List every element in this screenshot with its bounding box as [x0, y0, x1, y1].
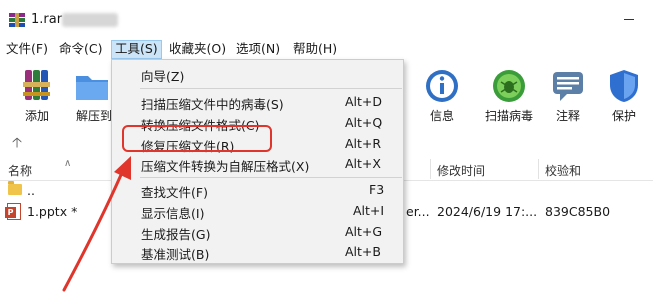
- menu-item-shortcut: Alt+X: [345, 156, 381, 171]
- menu-item-shortcut: Alt+B: [345, 244, 381, 259]
- menu-item-scan-virus[interactable]: 扫描压缩文件中的病毒(S) Alt+D: [113, 91, 403, 113]
- column-divider[interactable]: [430, 159, 431, 179]
- shield-icon: [610, 70, 638, 102]
- menu-item-shortcut: Alt+G: [345, 224, 383, 239]
- add-label: 添加: [24, 109, 49, 123]
- protect-label: 保护: [611, 109, 636, 123]
- menu-item-convert-sfx[interactable]: 压缩文件转换为自解压格式(X) Alt+X: [113, 153, 403, 175]
- menu-item-label: 基准测试(B): [141, 247, 210, 262]
- file-checksum: 839C85B0: [545, 204, 611, 219]
- file-type: er...: [406, 204, 430, 219]
- menu-item-benchmark[interactable]: 基准测试(B) Alt+B: [113, 241, 403, 263]
- protect-button[interactable]: 保护: [600, 64, 648, 126]
- scan-virus-label: 扫描病毒: [484, 109, 533, 123]
- menu-help[interactable]: 帮助(H): [290, 40, 340, 59]
- column-header-modified[interactable]: 修改时间: [437, 162, 485, 179]
- archive-books-icon: [23, 70, 50, 100]
- menu-item-label: 压缩文件转换为自解压格式(X): [141, 159, 310, 174]
- menu-item-shortcut: Alt+Q: [345, 115, 383, 130]
- virus-scan-icon: [493, 70, 525, 102]
- menu-commands[interactable]: 命令(C): [56, 40, 105, 59]
- menu-item-find-files[interactable]: 查找文件(F) F3: [113, 179, 403, 201]
- winrar-app-icon: [9, 13, 25, 27]
- sort-up-icon: ∧: [64, 158, 72, 169]
- menu-item-show-info[interactable]: 显示信息(I) Alt+I: [113, 200, 403, 222]
- file-name: ..: [27, 183, 35, 198]
- menu-options[interactable]: 选项(N): [233, 40, 283, 59]
- info-label: 信息: [429, 109, 454, 123]
- column-header-checksum[interactable]: 校验和: [545, 162, 581, 179]
- menu-divider: [140, 88, 402, 89]
- title-bar: 1.rar: [0, 0, 653, 38]
- pptx-file-icon: [5, 203, 21, 220]
- file-modified: 2024/6/19 17:...: [437, 204, 538, 219]
- menu-item-label: 扫描压缩文件中的病毒(S): [141, 97, 284, 112]
- extract-to-button[interactable]: 解压到: [72, 64, 112, 126]
- menu-item-shortcut: Alt+R: [345, 136, 382, 151]
- info-button[interactable]: 信息: [418, 64, 466, 126]
- folder-extract-icon: [76, 76, 108, 100]
- comment-button[interactable]: 注释: [546, 64, 590, 126]
- file-name: 1.pptx *: [27, 204, 78, 219]
- menu-favorites[interactable]: 收藏夹(O): [166, 40, 229, 59]
- blurred-title-region: [62, 13, 118, 27]
- column-header-name[interactable]: 名称: [8, 162, 32, 179]
- comment-label: 注释: [555, 109, 580, 123]
- menu-item-shortcut: Alt+I: [353, 203, 385, 218]
- highlight-annotation-box: [122, 125, 272, 152]
- menu-divider: [140, 177, 402, 178]
- column-divider[interactable]: [538, 159, 539, 179]
- scan-virus-button[interactable]: 扫描病毒: [478, 64, 540, 126]
- menu-tools[interactable]: 工具(S): [111, 40, 162, 59]
- folder-up-icon: [8, 181, 22, 195]
- menu-item-shortcut: F3: [369, 182, 385, 197]
- up-arrow-icon[interactable]: 🡡: [12, 132, 22, 156]
- minimize-button[interactable]: [606, 8, 646, 30]
- tools-dropdown-menu: 向导(Z) 扫描压缩文件中的病毒(S) Alt+D 转换压缩文件格式(C) Al…: [111, 59, 404, 264]
- menu-bar: 文件(F) 命令(C) 工具(S) 收藏夹(O) 选项(N) 帮助(H): [0, 38, 653, 60]
- menu-item-label: 向导(Z): [141, 69, 185, 84]
- comment-icon: [553, 72, 583, 101]
- menu-item-generate-report[interactable]: 生成报告(G) Alt+G: [113, 221, 403, 243]
- menu-item-wizard[interactable]: 向导(Z): [113, 63, 403, 85]
- extract-to-label: 解压到: [76, 109, 112, 123]
- menu-item-label: 显示信息(I): [141, 206, 205, 221]
- menu-item-shortcut: Alt+D: [345, 94, 383, 109]
- add-button[interactable]: 添加: [4, 64, 70, 126]
- info-icon: [426, 70, 458, 102]
- window-title: 1.rar: [31, 12, 63, 27]
- menu-file[interactable]: 文件(F): [3, 40, 51, 59]
- menu-item-label: 查找文件(F): [141, 185, 208, 200]
